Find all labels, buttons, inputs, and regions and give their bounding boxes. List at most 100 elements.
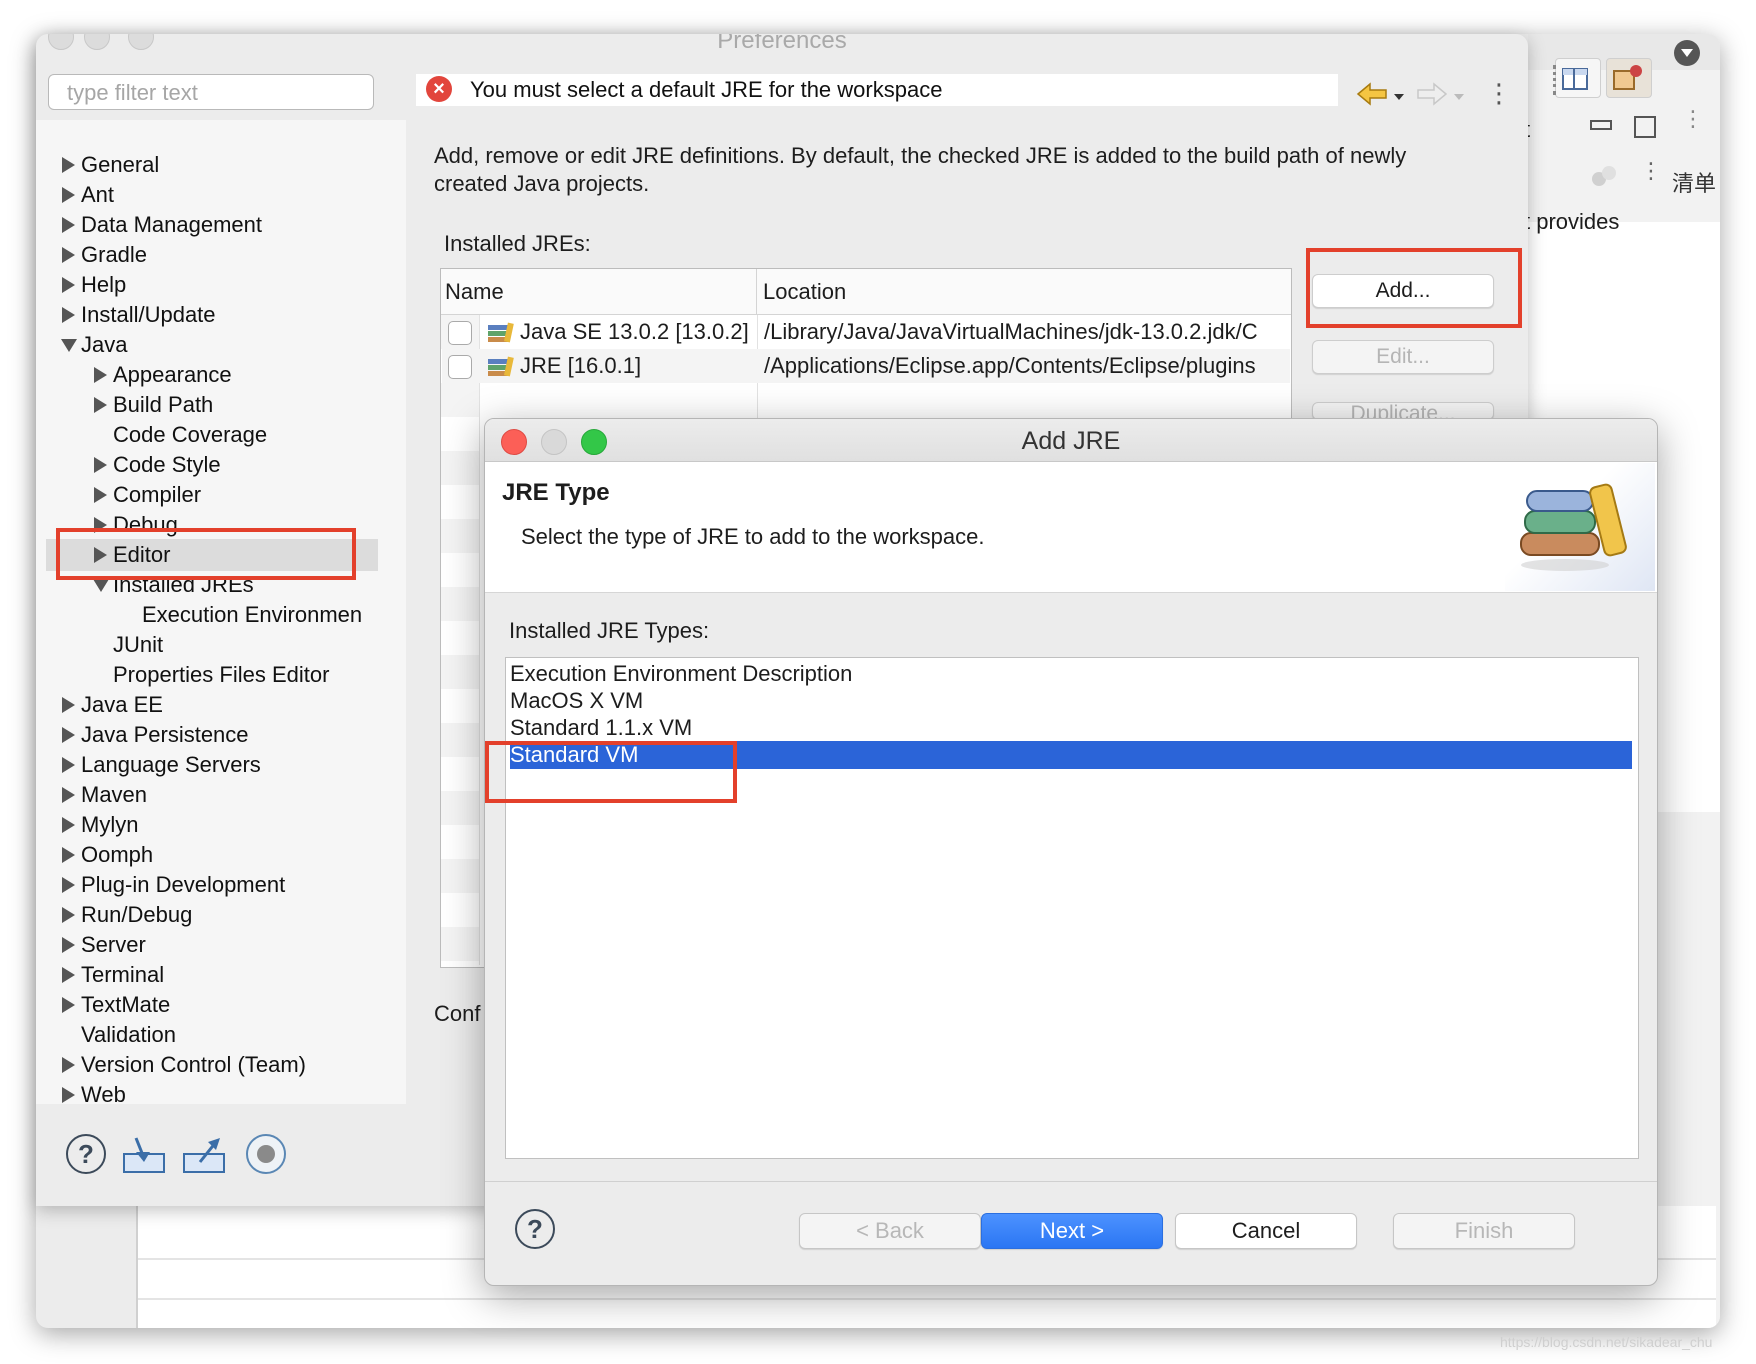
tree-item-label: Java Persistence	[81, 722, 249, 747]
column-divider	[479, 315, 480, 965]
row-stripes	[441, 315, 479, 965]
expand-arrow-icon[interactable]	[62, 1057, 75, 1073]
list-item[interactable]: MacOS X VM	[510, 687, 1632, 715]
expand-arrow-icon[interactable]	[62, 697, 75, 713]
tree-item-label: Compiler	[113, 482, 202, 507]
expand-arrow-icon[interactable]	[62, 277, 75, 293]
edit-button[interactable]: Edit...	[1312, 340, 1494, 374]
expand-arrow-icon[interactable]	[94, 487, 107, 503]
expand-arrow-icon[interactable]	[62, 997, 75, 1013]
expand-arrow-icon[interactable]	[62, 757, 75, 773]
list-item[interactable]: Standard 1.1.x VM	[510, 714, 1632, 742]
table-row[interactable]: Java SE 13.0.2 [13.0.2] /Library/Java/Ja…	[442, 315, 1290, 349]
tree-item-label: Terminal	[81, 962, 165, 987]
row-checkbox[interactable]	[448, 321, 472, 345]
tree-item-label: Data Management	[81, 212, 262, 237]
help-icon[interactable]: ?	[515, 1209, 555, 1249]
bg-fragment-cjk: 清单	[1672, 171, 1717, 196]
jre-types-list: Execution Environment Description MacOS …	[505, 657, 1639, 1159]
workbench-col-line	[136, 1206, 138, 1328]
collapse-arrow-icon[interactable]	[93, 579, 109, 592]
chevron-down-icon[interactable]	[1674, 40, 1700, 66]
dialog-title: Add JRE	[1021, 427, 1121, 455]
column-header-name[interactable]: Name	[441, 269, 757, 315]
header-description: Select the type of JRE to add to the wor…	[521, 524, 985, 549]
expand-arrow-icon[interactable]	[62, 817, 75, 833]
row-checkbox[interactable]	[448, 355, 472, 379]
import-icon[interactable]	[122, 1136, 168, 1176]
tree-item-label: Run/Debug	[81, 902, 193, 927]
pane-menu-icon[interactable]: ⋮	[1486, 78, 1512, 108]
tree-item-label: Validation	[81, 1022, 176, 1047]
expand-arrow-icon[interactable]	[62, 247, 75, 263]
minimize-icon[interactable]	[1590, 120, 1612, 130]
table-row[interactable]: JRE [16.0.1] /Applications/Eclipse.app/C…	[442, 349, 1290, 383]
tree-item-label: Server	[81, 932, 146, 957]
column-header-location[interactable]: Location	[757, 269, 1291, 315]
tree-item-label: Code Style	[113, 452, 221, 477]
expand-arrow-icon[interactable]	[62, 847, 75, 863]
expand-arrow-icon[interactable]	[62, 307, 75, 323]
view-menu-icon[interactable]: ⋮	[1682, 108, 1704, 130]
view-menu-icon-2[interactable]: ⋮	[1640, 160, 1662, 182]
description-text: Add, remove or edit JRE definitions. By …	[434, 143, 1407, 196]
tree-item-label: Java EE	[81, 692, 163, 717]
error-message: You must select a default JRE for the wo…	[470, 77, 943, 102]
expand-arrow-icon[interactable]	[62, 157, 75, 173]
next-button[interactable]: Next >	[981, 1213, 1163, 1249]
expand-arrow-icon[interactable]	[62, 967, 75, 983]
toolbar-separator	[1553, 65, 1560, 95]
expand-arrow-icon[interactable]	[62, 907, 75, 923]
highlight-add-button	[1306, 248, 1522, 328]
tree-item-label: Java	[81, 332, 128, 357]
highlight-installed-jres	[56, 528, 356, 580]
installed-jres-label: Installed JREs:	[444, 231, 591, 256]
filter-input[interactable]: type filter text	[48, 74, 374, 110]
tree-item-label: Plug-in Development	[81, 872, 286, 897]
tree-item-label: Install/Update	[81, 302, 216, 327]
help-icon[interactable]: ?	[66, 1134, 106, 1174]
watermark: https://blog.csdn.net/sikadear_chu	[1500, 1334, 1713, 1350]
collapse-arrow-icon[interactable]	[61, 339, 77, 352]
highlight-standard-vm	[485, 741, 737, 803]
tree-item-label: TextMate	[81, 992, 171, 1017]
expand-arrow-icon[interactable]	[62, 187, 75, 203]
expand-arrow-icon[interactable]	[94, 367, 107, 383]
expand-arrow-icon[interactable]	[62, 217, 75, 233]
tree-item-label: Code Coverage	[113, 422, 268, 447]
finish-button[interactable]: Finish	[1393, 1213, 1575, 1249]
export-icon[interactable]	[182, 1136, 228, 1176]
cancel-button[interactable]: Cancel	[1175, 1213, 1357, 1249]
expand-arrow-icon[interactable]	[62, 937, 75, 953]
footer-divider	[485, 1181, 1657, 1182]
forward-arrow-icon[interactable]	[1416, 82, 1468, 108]
expand-arrow-icon[interactable]	[62, 787, 75, 803]
list-item[interactable]: Execution Environment Description	[510, 660, 1632, 688]
back-arrow-icon[interactable]	[1356, 82, 1408, 108]
row-name: Java SE 13.0.2 [13.0.2]	[520, 319, 749, 344]
expand-arrow-icon[interactable]	[94, 397, 107, 413]
expand-arrow-icon[interactable]	[62, 727, 75, 743]
toolbar-button[interactable]	[1555, 58, 1601, 98]
tree-item-label: Ant	[81, 182, 115, 207]
tree-item-label: Properties Files Editor	[113, 662, 330, 687]
tree-item-label: General	[81, 152, 160, 177]
expand-arrow-icon[interactable]	[94, 457, 107, 473]
tree-item-label: Maven	[81, 782, 148, 807]
expand-arrow-icon[interactable]	[62, 1087, 75, 1103]
tree-item-label: Build Path	[113, 392, 214, 417]
toolbar-button-active[interactable]	[1606, 58, 1652, 98]
row-location: /Library/Java/JavaVirtualMachines/jdk-13…	[764, 319, 1258, 344]
maximize-icon[interactable]	[1634, 116, 1656, 138]
window-title: Preferences	[717, 34, 847, 54]
jre-library-icon	[488, 322, 514, 343]
jre-library-icon	[1520, 483, 1627, 571]
tree-item-label: JUnit	[113, 632, 164, 657]
record-icon[interactable]	[246, 1134, 286, 1174]
error-icon: ×	[426, 76, 452, 102]
expand-arrow-icon[interactable]	[62, 877, 75, 893]
conf-label-partial: Conf	[434, 1001, 481, 1026]
toggle-icon[interactable]	[1590, 164, 1618, 192]
tree-item[interactable]: Execution Environmen	[126, 600, 366, 630]
back-button[interactable]: < Back	[799, 1213, 981, 1249]
